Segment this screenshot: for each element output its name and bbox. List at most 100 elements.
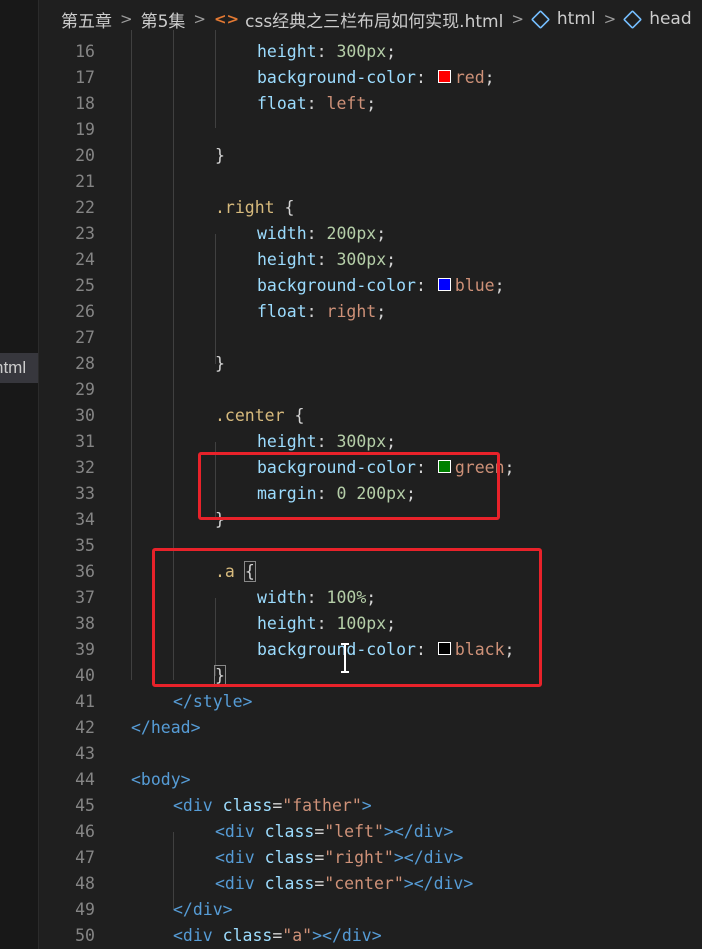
- code-token: <div: [215, 874, 265, 893]
- code-token: </head>: [131, 718, 201, 737]
- code-line[interactable]: 21: [39, 169, 702, 195]
- line-number: 22: [75, 198, 95, 217]
- code-line[interactable]: 24 height: 300px;: [39, 247, 702, 273]
- code-token: }: [215, 146, 225, 165]
- code-token: ;: [386, 42, 397, 61]
- code-token: "father": [282, 796, 362, 815]
- code-token: ;: [386, 250, 397, 269]
- line-number: 20: [75, 146, 95, 165]
- code-text: <div class="center"></div>: [215, 871, 473, 897]
- code-token: <div: [173, 926, 223, 945]
- code-text: </style>: [173, 689, 252, 715]
- code-text: .right {: [215, 195, 294, 221]
- line-number: 16: [75, 42, 95, 61]
- breadcrumb-item-episode[interactable]: 第5集: [141, 7, 186, 32]
- breadcrumb-item-file[interactable]: css经典之三栏布局如何实现.html: [245, 7, 503, 32]
- line-number: 39: [75, 640, 95, 659]
- code-line[interactable]: 42 </head>: [39, 715, 702, 741]
- line-number: 18: [75, 94, 95, 113]
- code-line[interactable]: 43: [39, 741, 702, 767]
- line-number: 40: [75, 666, 95, 685]
- breadcrumb-item-html[interactable]: html: [557, 9, 596, 29]
- code-line[interactable]: 26 float: right;: [39, 299, 702, 325]
- color-swatch-icon[interactable]: [437, 70, 451, 83]
- line-number: 48: [75, 874, 95, 893]
- code-text: float: right;: [257, 299, 386, 325]
- code-token: :: [316, 432, 337, 451]
- code-line[interactable]: 49 </div>: [39, 897, 702, 923]
- code-token: 300px: [336, 42, 387, 61]
- code-line[interactable]: 25 background-color: blue;: [39, 273, 702, 299]
- line-number: 19: [75, 120, 95, 139]
- line-number: 34: [75, 510, 95, 529]
- code-line[interactable]: 28}: [39, 351, 702, 377]
- code-text: .center {: [215, 403, 304, 429]
- code-line[interactable]: 20}: [39, 143, 702, 169]
- code-line[interactable]: 46 <div class="left"></div>: [39, 819, 702, 845]
- code-token: .center: [215, 406, 285, 425]
- code-text: width: 200px;: [257, 221, 386, 247]
- code-token: "center": [324, 874, 404, 893]
- code-line[interactable]: 18 float: left;: [39, 91, 702, 117]
- code-line[interactable]: 27: [39, 325, 702, 351]
- line-number: 27: [75, 328, 95, 347]
- code-token: class: [222, 926, 273, 945]
- code-token: height: [257, 42, 317, 61]
- code-token: ;: [376, 224, 387, 243]
- symbol-element-icon: [530, 9, 551, 29]
- line-number: 35: [75, 536, 95, 555]
- breadcrumb-item-head[interactable]: head: [649, 9, 691, 29]
- code-token: =: [272, 926, 283, 945]
- code-token: ></div>: [312, 926, 382, 945]
- code-text: height: 300px;: [257, 39, 396, 65]
- line-number: 28: [75, 354, 95, 373]
- code-token: ;: [376, 302, 387, 321]
- code-line[interactable]: 23 width: 200px;: [39, 221, 702, 247]
- code-line[interactable]: 30 .center {: [39, 403, 702, 429]
- code-text: float: left;: [257, 91, 376, 117]
- code-token: :: [306, 224, 327, 243]
- code-line[interactable]: 44 <body>: [39, 767, 702, 793]
- code-text: </head>: [131, 715, 201, 741]
- code-token: ;: [386, 432, 397, 451]
- code-text: <div class="left"></div>: [215, 819, 453, 845]
- code-token: right: [326, 302, 377, 321]
- code-line[interactable]: 16 height: 300px;: [39, 39, 702, 65]
- code-token: :: [316, 250, 337, 269]
- code-token: ;: [494, 276, 505, 295]
- line-number: 29: [75, 380, 95, 399]
- code-token: float: [257, 94, 307, 113]
- line-number: 46: [75, 822, 95, 841]
- code-line[interactable]: 45 <div class="father">: [39, 793, 702, 819]
- highlight-box-center-margin: [198, 452, 500, 520]
- code-line[interactable]: 41 </style>: [39, 689, 702, 715]
- code-token: <body>: [131, 770, 191, 789]
- code-token: :: [415, 276, 436, 295]
- code-token: {: [284, 406, 305, 425]
- code-line[interactable]: 50 <div class="a"></div>: [39, 923, 702, 949]
- code-line[interactable]: 47 <div class="right"></div>: [39, 845, 702, 871]
- code-line[interactable]: 29: [39, 377, 702, 403]
- code-line[interactable]: 17 background-color: red;: [39, 65, 702, 91]
- explorer-active-file[interactable]: html: [0, 353, 38, 383]
- chevron-right-icon: >: [120, 10, 133, 28]
- chevron-right-icon: >: [603, 10, 617, 28]
- line-number: 44: [75, 770, 95, 789]
- breadcrumb-item-chapter[interactable]: 第五章: [61, 7, 112, 32]
- code-line[interactable]: 48 <div class="center"></div>: [39, 871, 702, 897]
- code-token: 200px: [326, 224, 377, 243]
- code-token: red: [454, 68, 485, 87]
- code-text: <div class="father">: [173, 793, 372, 819]
- line-number: 31: [75, 432, 95, 451]
- line-number: 30: [75, 406, 95, 425]
- code-token: "left": [324, 822, 384, 841]
- code-token: ></div>: [393, 848, 464, 867]
- color-swatch-icon[interactable]: [437, 278, 451, 291]
- code-token: .right: [215, 198, 275, 217]
- code-line[interactable]: 22 .right {: [39, 195, 702, 221]
- code-token: "right": [324, 848, 394, 867]
- code-text: }: [215, 351, 225, 377]
- code-token: =: [314, 822, 325, 841]
- code-token: height: [257, 250, 317, 269]
- code-line[interactable]: 19: [39, 117, 702, 143]
